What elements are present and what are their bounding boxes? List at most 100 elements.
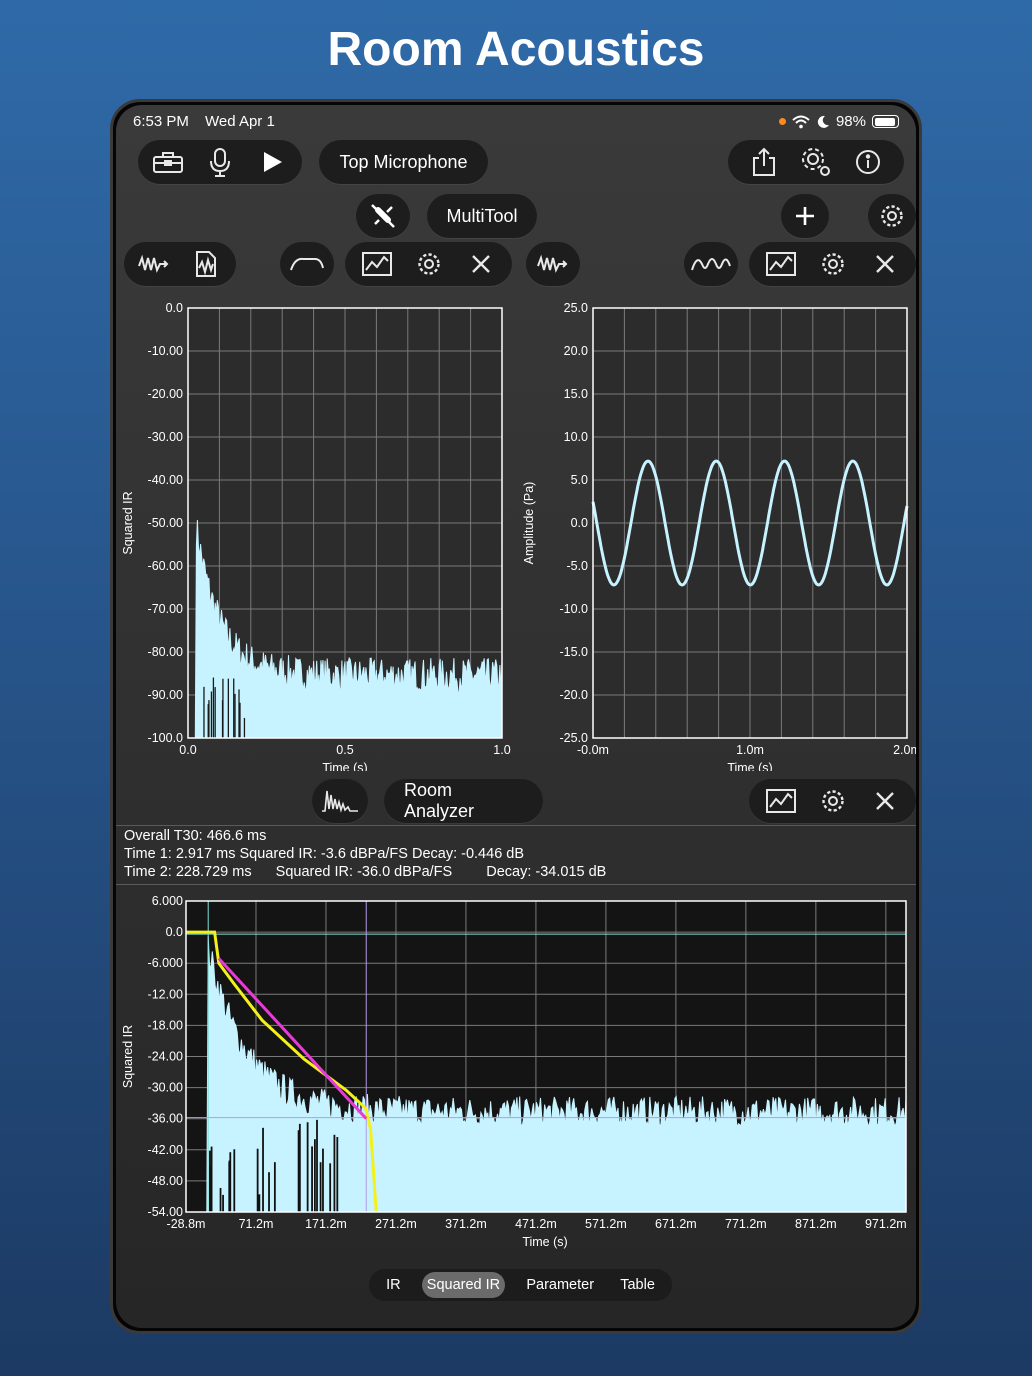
- tab-squared-ir[interactable]: Squared IR: [421, 1272, 506, 1298]
- x-tick-label: 2.0m: [893, 743, 916, 757]
- tab-ir[interactable]: IR: [381, 1272, 406, 1298]
- x-axis-label: Time (s): [322, 761, 367, 771]
- waveform-icon: [537, 254, 568, 273]
- headline: Room Acoustics: [327, 23, 705, 76]
- time2-decay: Decay: -34.015 dB: [486, 864, 607, 880]
- info-icon: [856, 150, 880, 174]
- app-settings-button[interactable]: [790, 140, 842, 184]
- ipad-frame: 6:53 PM Wed Apr 1 98% Top Microphone Mul…: [110, 99, 922, 1334]
- analyzer-close-button[interactable]: [859, 779, 911, 823]
- y-axis-label: Squared IR: [121, 1025, 135, 1088]
- y-tick-label: 0.0: [571, 516, 588, 530]
- add-module-button[interactable]: [781, 194, 829, 238]
- x-tick-label: 271.2m: [375, 1217, 417, 1231]
- document-waveform-button[interactable]: [180, 242, 232, 286]
- right-chart-close-button[interactable]: [859, 242, 911, 286]
- x-tick-label: 0.0: [179, 743, 196, 757]
- y-tick-label: 20.0: [564, 344, 588, 358]
- disable-plugin-button[interactable]: [356, 194, 410, 238]
- y-tick-label: -5.0: [566, 559, 588, 573]
- left-chart-settings-button[interactable]: [403, 242, 455, 286]
- analyzer-chart-view-button[interactable]: [755, 779, 807, 823]
- y-tick-label: 0.0: [166, 925, 183, 939]
- y-tick-label: -100.0: [148, 731, 183, 745]
- analyzer-tools: [749, 779, 916, 823]
- plug-off-icon: [371, 204, 395, 228]
- y-tick-label: -18.00: [148, 1018, 183, 1032]
- squared-ir-chart[interactable]: 0.0 -10.00 -20.00 -30.00 -40.00 -50.00 -60.00 -…: [116, 291, 516, 775]
- gear-icon: [821, 253, 844, 275]
- play-icon: [264, 152, 282, 172]
- multitool-button[interactable]: MultiTool: [427, 194, 537, 238]
- plus-icon: [796, 207, 814, 225]
- source-selector-button[interactable]: Top Microphone: [319, 140, 488, 184]
- battery-icon: [872, 115, 899, 128]
- wifi-icon: [792, 115, 810, 128]
- x-tick-label: 971.2m: [865, 1217, 907, 1231]
- play-button[interactable]: [246, 140, 298, 184]
- toolbox-button[interactable]: [142, 140, 194, 184]
- y-tick-label: -30.00: [148, 1081, 183, 1095]
- waveform-source-button[interactable]: [128, 242, 180, 286]
- microphone-icon: [210, 148, 230, 177]
- close-icon: [471, 255, 490, 273]
- share-button[interactable]: [738, 140, 790, 184]
- right-chart-tools: [749, 242, 916, 286]
- decay-analysis-chart[interactable]: 6.000 0.0 -6.000 -12.00 -18.00 -24.00 -30.00 -3…: [116, 885, 916, 1255]
- tab-parameter[interactable]: Parameter: [521, 1272, 599, 1298]
- y-tick-label: -24.00: [148, 1050, 183, 1064]
- analysis-readout: Overall T30: 466.6 ms Time 1: 2.917 ms S…: [124, 827, 606, 881]
- y-tick-label: 25.0: [564, 301, 588, 315]
- microphone-button[interactable]: [194, 140, 246, 184]
- close-icon: [875, 792, 894, 810]
- impulse-decay-icon: [322, 790, 358, 813]
- x-tick-label: 1.0: [493, 743, 510, 757]
- gear-icon: [417, 253, 440, 275]
- info-button[interactable]: [842, 140, 894, 184]
- multitool-settings-button[interactable]: [868, 194, 916, 238]
- y-tick-label: -10.00: [148, 344, 183, 358]
- x-axis-label: Time (s): [522, 1235, 567, 1249]
- sine-generator-button[interactable]: [684, 242, 738, 286]
- y-tick-label: -90.00: [148, 688, 183, 702]
- waveform-icon: [138, 254, 169, 273]
- y-tick-label: 5.0: [571, 473, 588, 487]
- x-tick-label: 371.2m: [445, 1217, 487, 1231]
- chart-icon: [765, 252, 796, 276]
- right-chart-settings-button[interactable]: [807, 242, 859, 286]
- y-tick-label: 6.000: [152, 894, 183, 908]
- waveform-chart[interactable]: 25.0 20.0 15.0 10.0 5.0 0.0 -5.0 -10.0 -15.0 -20.…: [516, 291, 916, 775]
- y-tick-label: -6.000: [148, 956, 183, 970]
- time1-readout: Time 1: 2.917 ms Squared IR: -3.6 dBPa/F…: [124, 846, 525, 862]
- signal-source-button[interactable]: [526, 242, 580, 286]
- y-axis-label: Squared IR: [121, 491, 135, 554]
- transport-group: [138, 140, 302, 184]
- time2-readout: Time 2: 228.729 ms Squared IR: -36.0 dBP…: [124, 863, 606, 881]
- y-tick-label: 10.0: [564, 430, 588, 444]
- y-tick-label: 15.0: [564, 387, 588, 401]
- time2-squared-ir: Squared IR: -36.0 dBPa/FS: [275, 864, 453, 880]
- x-tick-label: 71.2m: [239, 1217, 274, 1231]
- right-chart-view-button[interactable]: [755, 242, 807, 286]
- left-module-tools: [124, 242, 236, 286]
- tab-table[interactable]: Table: [615, 1272, 660, 1298]
- y-tick-label: -48.00: [148, 1174, 183, 1188]
- analyzer-settings-button[interactable]: [807, 779, 859, 823]
- y-tick-label: -40.00: [148, 473, 183, 487]
- y-tick-label: -36.00: [148, 1112, 183, 1126]
- left-chart-close-button[interactable]: [455, 242, 507, 286]
- chart-view-button[interactable]: [351, 242, 403, 286]
- curve-type-button[interactable]: [280, 242, 334, 286]
- impulse-response-button[interactable]: [312, 779, 368, 823]
- x-tick-label: 0.5: [336, 743, 353, 757]
- app-screen: 6:53 PM Wed Apr 1 98% Top Microphone Mul…: [116, 105, 916, 1328]
- room-analyzer-button[interactable]: Room Analyzer: [384, 779, 543, 823]
- mic-indicator-icon: [778, 118, 786, 125]
- x-axis-label: Time (s): [727, 761, 772, 771]
- x-tick-label: 1.0m: [736, 743, 764, 757]
- close-icon: [875, 255, 894, 273]
- gear-icon: [821, 790, 844, 812]
- overall-t30: Overall T30: 466.6 ms: [124, 828, 267, 844]
- status-bar: 6:53 PM Wed Apr 1 98%: [133, 113, 899, 133]
- status-date: Wed Apr 1: [205, 113, 275, 130]
